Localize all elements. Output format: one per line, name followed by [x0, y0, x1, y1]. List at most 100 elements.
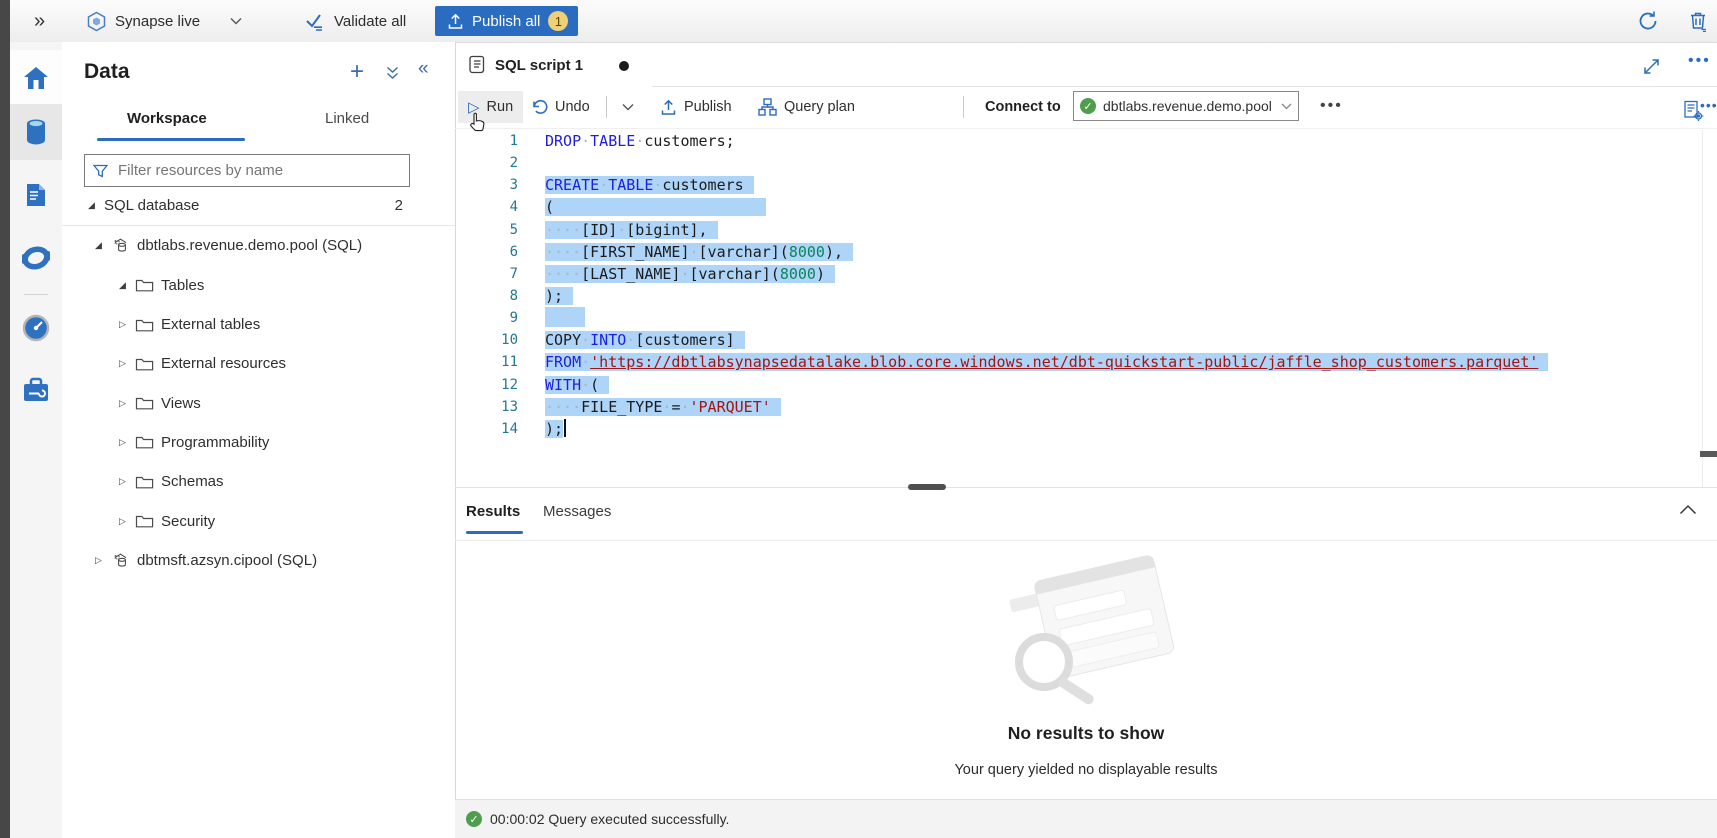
code-line-2[interactable]: 2: [455, 152, 1702, 174]
tab-workspace[interactable]: Workspace: [127, 110, 207, 127]
expand-arrow-icon[interactable]: ▷: [119, 516, 135, 527]
selection-highlight: COPY·INTO·[customers]: [545, 331, 745, 349]
tree-item-programmability[interactable]: ▷Programmability: [62, 423, 455, 462]
tree-item-security[interactable]: ▷ Security: [62, 501, 455, 540]
code-line-13[interactable]: 13····FILE_TYPE·=·'PARQUET': [455, 396, 1702, 418]
no-results-subtitle: Your query yielded no displayable result…: [455, 762, 1717, 778]
selection-highlight: [545, 307, 585, 327]
synapse-live-dropdown[interactable]: Synapse live: [86, 0, 242, 42]
tab-more-actions-button[interactable]: •••: [1688, 52, 1711, 70]
expand-arrow-icon[interactable]: ▷: [119, 437, 135, 448]
connect-to-dropdown[interactable]: ✓ dbtlabs.revenue.demo.pool: [1073, 91, 1299, 121]
line-number: 8: [455, 285, 518, 307]
results-header-divider: [455, 540, 1717, 541]
toolbar-more-button[interactable]: •••: [1320, 97, 1343, 115]
code-line-1[interactable]: 1DROP·TABLE·customers;: [455, 130, 1702, 152]
splitter-drag-handle[interactable]: [908, 484, 946, 490]
nav-develop[interactable]: [10, 168, 62, 224]
code-line-4[interactable]: 4(: [455, 196, 1702, 218]
line-number: 11: [455, 351, 518, 373]
line-number: 2: [455, 152, 518, 174]
expand-arrow-icon[interactable]: ▷: [119, 476, 135, 487]
tree-item-dbtlabs-revenue-demo-pool-sql[interactable]: ◢dbtlabs.revenue.demo.pool (SQL): [62, 226, 455, 265]
mode-label: Synapse live: [115, 13, 200, 30]
line-number: 1: [455, 130, 518, 152]
expand-editor-button[interactable]: [1643, 58, 1660, 75]
tree-item-external-resources[interactable]: ▷External resources: [62, 344, 455, 383]
tab-results[interactable]: Results: [466, 503, 520, 520]
expand-arrow-icon[interactable]: ▷: [95, 555, 111, 566]
panel-title: Data: [84, 60, 130, 84]
folder-icon: [135, 513, 161, 529]
discard-all-button[interactable]: [1687, 0, 1709, 42]
tab-linked[interactable]: Linked: [325, 110, 369, 127]
line-number: 3: [455, 174, 518, 196]
connect-to-label: Connect to: [985, 99, 1061, 115]
code-line-14[interactable]: 14);: [455, 418, 1702, 440]
collapse-all-button[interactable]: [386, 66, 399, 80]
code-line-3[interactable]: 3CREATE·TABLE·customers: [455, 174, 1702, 196]
code-line-6[interactable]: 6····[FIRST_NAME]·[varchar](8000),: [455, 241, 1702, 263]
no-results-illustration: [986, 542, 1196, 720]
pool-name: dbtlabs.revenue.demo.pool: [1103, 98, 1272, 114]
code-line-7[interactable]: 7····[LAST_NAME]·[varchar](8000): [455, 263, 1702, 285]
code-line-12[interactable]: 12WITH·(: [455, 374, 1702, 396]
tree-item-label: dbtmsft.azsyn.cipool (SQL): [137, 552, 317, 569]
run-label: Run: [487, 99, 514, 115]
synapse-hexagon-icon: [86, 11, 107, 32]
tree-item-sql-database[interactable]: ◢SQL database2: [62, 186, 455, 226]
toolbox-icon: [22, 377, 50, 403]
code-line-8[interactable]: 8);: [455, 285, 1702, 307]
nav-manage[interactable]: [10, 362, 62, 418]
nav-monitor[interactable]: [10, 300, 62, 356]
add-resource-button[interactable]: +: [350, 58, 364, 86]
expand-arrow-icon[interactable]: ▷: [119, 319, 135, 330]
collapse-results-button[interactable]: [1679, 504, 1697, 515]
line-number: 10: [455, 329, 518, 351]
publish-button[interactable]: Publish: [650, 91, 742, 123]
synapse-studio: » Synapse live Validate all Publish all …: [0, 0, 1717, 838]
filter-funnel-icon: [93, 164, 108, 178]
code-line-5[interactable]: 5····[ID]·[bigint],: [455, 219, 1702, 241]
code-line-9[interactable]: 9: [455, 307, 1702, 329]
collapse-panel-button[interactable]: «: [418, 58, 429, 80]
tab-sql-script-1[interactable]: SQL script 1: [458, 44, 658, 87]
code-line-11[interactable]: 11FROM·'https://dbtlabsynapsedatalake.bl…: [455, 351, 1702, 373]
collapse-arrow-icon[interactable]: ◢: [95, 240, 111, 251]
tree-item-label: Security: [161, 513, 215, 530]
tree-item-tables[interactable]: ◢Tables: [62, 266, 455, 305]
nav-rail: [10, 42, 63, 838]
line-number: 14: [455, 418, 518, 440]
query-plan-button[interactable]: Query plan: [748, 91, 865, 123]
tree-item-dbtmsft-azsyn-cipool-sql[interactable]: ▷ dbtmsft.azsyn.cipool (SQL): [62, 541, 455, 580]
tree-item-label: Schemas: [161, 473, 224, 490]
editor-scrollbar-track: [1702, 130, 1703, 487]
tree-item-external-tables[interactable]: ▷External tables: [62, 305, 455, 344]
undo-button[interactable]: Undo: [521, 91, 600, 123]
editor-scrollbar-thumb[interactable]: [1700, 451, 1717, 457]
tree-item-count: 2: [395, 197, 403, 214]
tab-messages[interactable]: Messages: [543, 503, 611, 520]
line-number: 7: [455, 263, 518, 285]
refresh-button[interactable]: [1637, 0, 1659, 42]
collapse-arrow-icon[interactable]: ◢: [88, 200, 104, 211]
filter-resources-input[interactable]: [116, 161, 401, 180]
expand-toolbar-button[interactable]: »: [34, 0, 45, 42]
validate-all-button[interactable]: Validate all: [305, 0, 406, 42]
line-number: 4: [455, 196, 518, 218]
publish-all-button[interactable]: Publish all 1: [435, 6, 578, 36]
publish-icon: [660, 99, 677, 116]
nav-home[interactable]: [10, 50, 62, 106]
tree-item-schemas[interactable]: ▷ Schemas: [62, 462, 455, 501]
editor-more-button[interactable]: •••: [1700, 97, 1717, 113]
tree-item-views[interactable]: ▷Views: [62, 383, 455, 422]
code-line-10[interactable]: 10 COPY·INTO·[customers]: [455, 329, 1702, 351]
collapse-arrow-icon[interactable]: ◢: [119, 280, 135, 291]
code-editor[interactable]: 1DROP·TABLE·customers;23CREATE·TABLE·cus…: [455, 130, 1702, 440]
expand-arrow-icon[interactable]: ▷: [119, 398, 135, 409]
nav-data[interactable]: [10, 104, 62, 160]
trash-icon: [1687, 10, 1709, 32]
expand-arrow-icon[interactable]: ▷: [119, 358, 135, 369]
nav-integrate[interactable]: [10, 230, 62, 286]
undo-redo-dropdown[interactable]: [612, 91, 644, 123]
